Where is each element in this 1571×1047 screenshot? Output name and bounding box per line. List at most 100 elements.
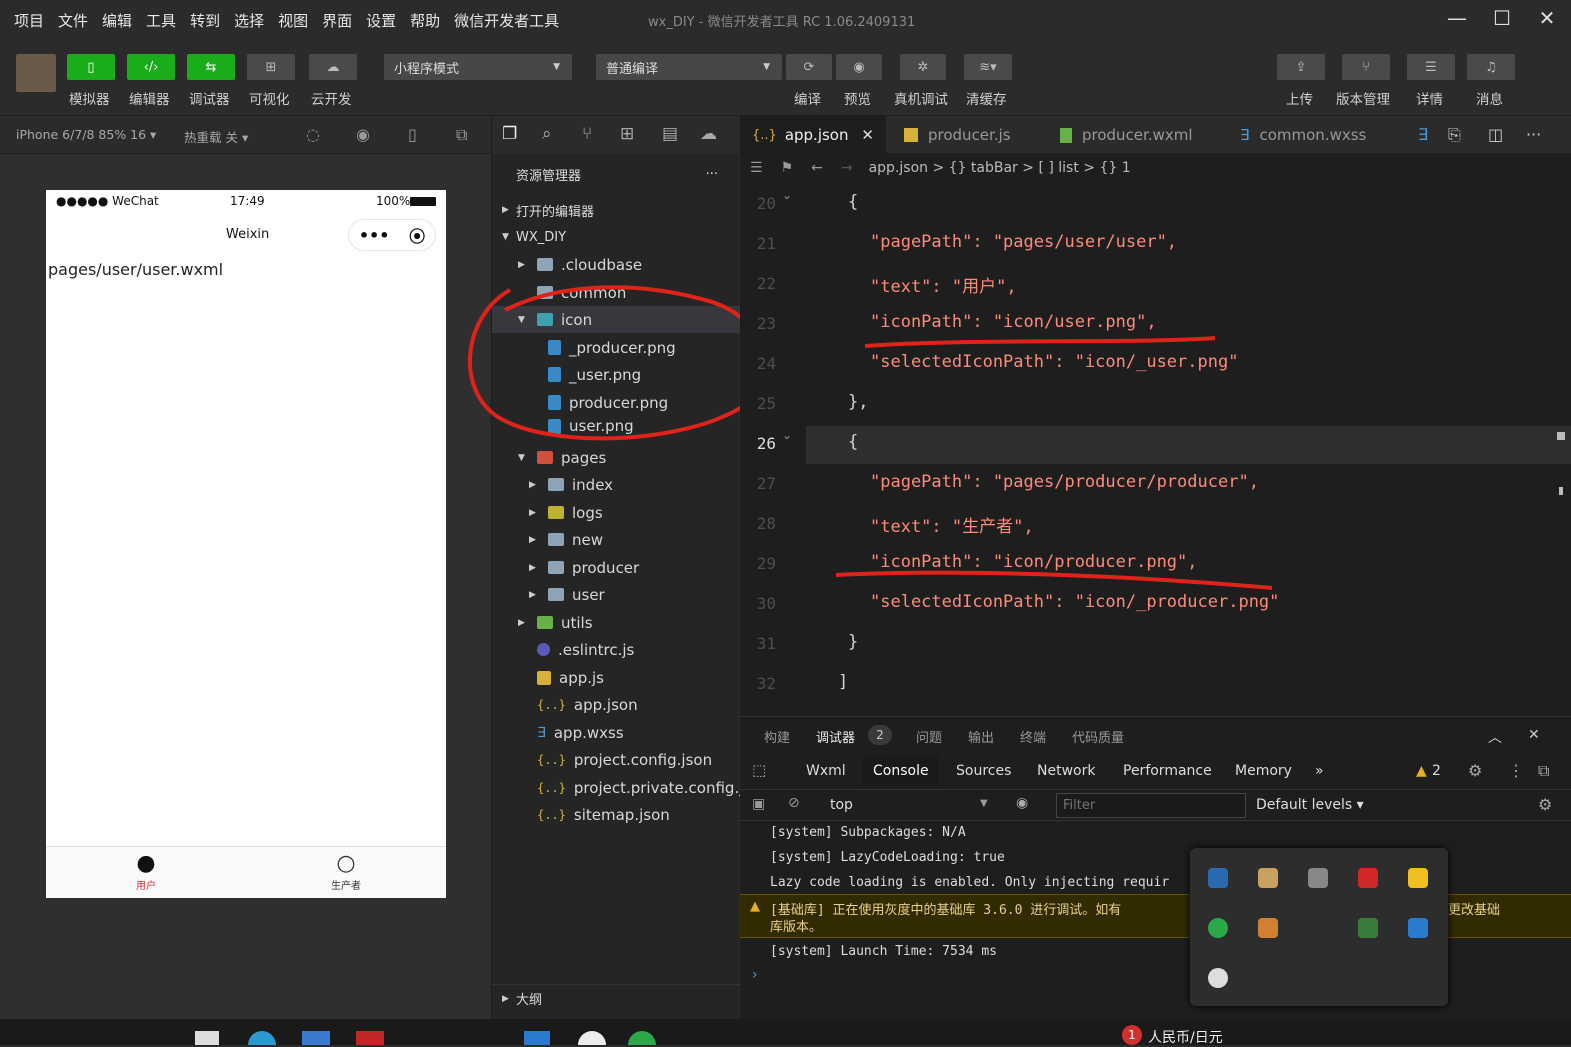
screenshot-icon[interactable] bbox=[1308, 868, 1328, 888]
tree-file-producer-png-selected[interactable]: _producer.png bbox=[492, 334, 740, 361]
version-button[interactable]: ⑂ bbox=[1342, 54, 1390, 80]
avatar[interactable] bbox=[16, 54, 56, 92]
panel-tab-quality[interactable]: 代码质量 bbox=[1072, 727, 1124, 746]
cat-icon[interactable] bbox=[1258, 868, 1278, 888]
project-section[interactable]: ▼ WX_DIY bbox=[492, 224, 740, 250]
forward-icon[interactable]: → bbox=[841, 160, 853, 176]
panel-tab-debugger[interactable]: 调试器 bbox=[816, 727, 855, 746]
menu-view[interactable]: 视图 bbox=[278, 10, 308, 31]
phone-outline-icon[interactable]: ▯ bbox=[408, 125, 417, 144]
menu-edit[interactable]: 编辑 bbox=[102, 10, 132, 31]
real-debug-button[interactable]: ✲ bbox=[900, 54, 946, 80]
nvidia-icon[interactable] bbox=[1358, 918, 1378, 938]
visual-button[interactable]: ⊞ bbox=[247, 54, 295, 80]
kebab-icon[interactable]: ⋮ bbox=[1508, 761, 1524, 780]
notification-badge[interactable]: 1 bbox=[1122, 1025, 1142, 1045]
tree-folder-index[interactable]: ▶ index bbox=[492, 471, 740, 498]
menu-interface[interactable]: 界面 bbox=[322, 10, 352, 31]
menu-help[interactable]: 帮助 bbox=[410, 10, 440, 31]
tree-folder-pages[interactable]: ▼ pages bbox=[492, 444, 740, 471]
menu-project[interactable]: 项目 bbox=[14, 10, 44, 31]
close-window-icon[interactable]: ✕ bbox=[1532, 6, 1562, 34]
outline-section[interactable]: ▶ 大纲 bbox=[492, 984, 740, 1012]
clear-cache-button[interactable]: ≋▾ bbox=[964, 54, 1012, 80]
cloud-button[interactable]: ☁ bbox=[309, 54, 357, 80]
panel-tab-build[interactable]: 构建 bbox=[764, 727, 790, 746]
tree-file-eslintrc[interactable]: .eslintrc.js bbox=[492, 636, 740, 663]
levels-select[interactable]: Default levels ▾ bbox=[1256, 797, 1364, 813]
tree-file-app-json[interactable]: {..} app.json bbox=[492, 691, 740, 718]
wechat-icon[interactable] bbox=[1208, 918, 1228, 938]
currency-widget[interactable]: 人民币/日元 bbox=[1148, 1027, 1223, 1047]
tab-producer-wxml[interactable]: producer.wxml bbox=[1048, 116, 1228, 154]
clear-console-icon[interactable]: ⊘ bbox=[788, 795, 800, 811]
messages-button[interactable]: ♫ bbox=[1467, 54, 1515, 80]
app-yellow-icon[interactable] bbox=[1408, 868, 1428, 888]
tree-folder-cloudbase[interactable]: ▶ .cloudbase bbox=[492, 251, 740, 278]
devtab-memory[interactable]: Memory bbox=[1225, 755, 1302, 787]
menu-tools[interactable]: 工具 bbox=[146, 10, 176, 31]
menu-select[interactable]: 选择 bbox=[234, 10, 264, 31]
editor-button[interactable]: ‹/› bbox=[127, 54, 175, 80]
compile-mode-select[interactable]: 普通编译 ▼ bbox=[596, 54, 782, 80]
onedrive-icon[interactable] bbox=[1208, 968, 1228, 988]
source-control-icon[interactable]: ⑂ bbox=[582, 124, 592, 144]
inspect-icon[interactable]: ⬚ bbox=[752, 761, 766, 779]
devtab-network[interactable]: Network bbox=[1027, 755, 1105, 787]
app-icon[interactable] bbox=[195, 1031, 219, 1045]
devtab-wxml[interactable]: Wxml bbox=[796, 755, 856, 787]
details-button[interactable]: ☰ bbox=[1407, 54, 1455, 80]
wechat-devtools-icon[interactable] bbox=[628, 1031, 656, 1045]
edge-icon[interactable] bbox=[248, 1031, 276, 1045]
store-icon[interactable] bbox=[302, 1031, 330, 1045]
gear-icon[interactable]: ⚙ bbox=[1468, 761, 1482, 780]
device-select[interactable]: iPhone 6/7/8 85% 16 ▾ bbox=[16, 127, 156, 142]
capsule-button[interactable]: ••• ⦿ bbox=[348, 219, 436, 251]
mode-select[interactable]: 小程序模式 ▼ bbox=[384, 54, 572, 80]
css-preview-icon[interactable]: ∃ bbox=[1418, 125, 1428, 144]
tree-file-project-private-config[interactable]: {..} project.private.config.js... bbox=[492, 774, 740, 801]
app-white-icon[interactable] bbox=[578, 1031, 606, 1045]
tree-file-user-png[interactable]: user.png bbox=[492, 416, 740, 436]
chevron-up-icon[interactable]: ︿ bbox=[1488, 727, 1502, 747]
close-target-icon[interactable]: ⦿ bbox=[409, 223, 425, 247]
upload-button[interactable]: ⇪ bbox=[1277, 54, 1325, 80]
tree-file-app-js[interactable]: app.js bbox=[492, 664, 740, 691]
more-icon[interactable]: ··· bbox=[706, 167, 718, 182]
devtab-sources[interactable]: Sources bbox=[946, 755, 1021, 787]
devtab-console[interactable]: Console bbox=[863, 755, 939, 787]
close-icon[interactable]: ✕ bbox=[1528, 727, 1540, 743]
preview-button[interactable]: ◉ bbox=[836, 54, 882, 80]
tree-folder-user[interactable]: ▶ user bbox=[492, 581, 740, 608]
compile-button[interactable]: ⟳ bbox=[786, 54, 832, 80]
gear-icon[interactable]: ⚙ bbox=[1538, 795, 1552, 814]
undock-icon[interactable]: ⧉ bbox=[1538, 761, 1549, 781]
close-icon[interactable]: ✕ bbox=[861, 126, 874, 144]
menu-goto[interactable]: 转到 bbox=[190, 10, 220, 31]
eye-icon[interactable]: ◉ bbox=[1016, 795, 1028, 811]
warning-icon[interactable]: ▲ bbox=[1416, 763, 1427, 779]
panel-tab-output[interactable]: 输出 bbox=[968, 727, 994, 746]
app-grid-icon[interactable] bbox=[1258, 918, 1278, 938]
devtab-more[interactable]: » bbox=[1305, 755, 1334, 787]
tree-file-project-config[interactable]: {..} project.config.json bbox=[492, 746, 740, 773]
steam-icon[interactable] bbox=[1208, 868, 1228, 888]
list-icon[interactable]: ☰ bbox=[750, 160, 763, 176]
menu-wechat-devtools[interactable]: 微信开发者工具 bbox=[454, 10, 559, 31]
simulator-button[interactable]: ▯ bbox=[67, 54, 115, 80]
filter-input[interactable] bbox=[1056, 793, 1246, 818]
tree-folder-common[interactable]: common bbox=[492, 279, 740, 306]
window-icon[interactable]: ⧉ bbox=[456, 125, 467, 145]
tree-file-sitemap[interactable]: {..} sitemap.json bbox=[492, 801, 740, 828]
tree-file-app-wxss[interactable]: ∃ app.wxss bbox=[492, 719, 740, 746]
fold-chevron-icon[interactable]: ⌄ bbox=[782, 188, 792, 202]
tree-folder-producer[interactable]: ▶ producer bbox=[492, 554, 740, 581]
bookmark-icon[interactable]: ⚑ bbox=[781, 160, 794, 176]
search-icon[interactable]: ⌕ bbox=[542, 124, 552, 144]
tab-common-wxss[interactable]: ∃ common.wxss bbox=[1228, 116, 1398, 154]
open-file-icon[interactable]: ⎘ bbox=[1448, 125, 1461, 145]
prompt-icon[interactable]: › bbox=[752, 967, 758, 983]
record-icon[interactable]: ◉ bbox=[356, 125, 370, 144]
open-editors-section[interactable]: ▶ 打开的编辑器 bbox=[492, 197, 740, 223]
extensions-icon[interactable]: ⊞ bbox=[620, 124, 634, 144]
